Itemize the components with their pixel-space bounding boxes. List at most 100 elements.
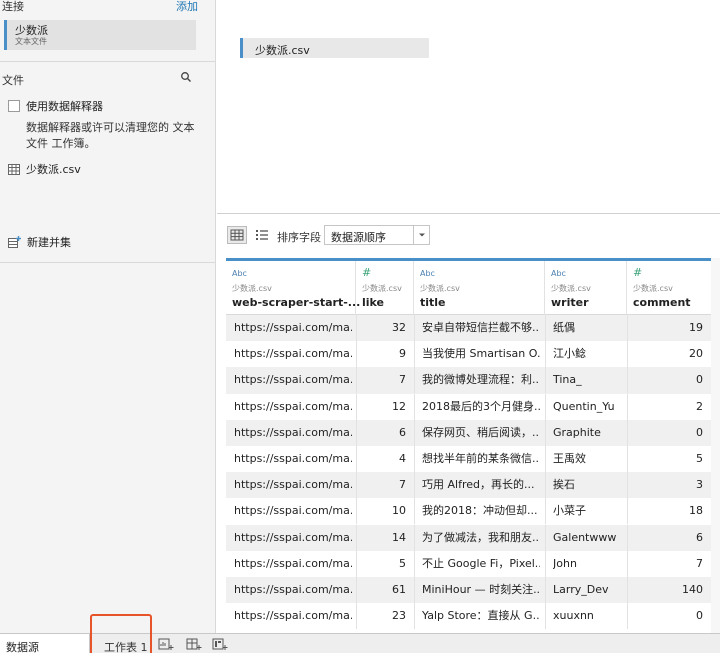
cell-writer[interactable]: 挨石 (553, 472, 623, 498)
column-header-title[interactable]: Abc 少数派.csv title (414, 261, 545, 315)
tab-worksheet-1[interactable]: 工作表 1 (92, 634, 150, 653)
cell-like[interactable]: 12 (356, 394, 406, 420)
string-type-icon[interactable]: Abc (551, 269, 566, 278)
column-header-comment[interactable]: # 少数派.csv comment (627, 261, 711, 315)
cell-comment[interactable]: 3 (627, 472, 703, 498)
table-row[interactable]: https://sspai.com/ma... 32 安卓自带短信拦截不够... 纸偶… (226, 315, 711, 342)
cell-like[interactable]: 4 (356, 446, 406, 472)
cell-title[interactable]: MiniHour — 时刻关注... (422, 577, 540, 603)
cell-like[interactable]: 7 (356, 472, 406, 498)
cell-comment[interactable]: 18 (627, 498, 703, 524)
cell-title[interactable]: 2018最后的3个月健身... (422, 394, 540, 420)
cell-like[interactable]: 61 (356, 577, 406, 603)
cell-comment[interactable]: 140 (627, 577, 703, 603)
cell-like[interactable]: 23 (356, 603, 406, 629)
cell-url[interactable]: https://sspai.com/ma... (234, 367, 352, 393)
sort-field-select[interactable]: 数据源顺序 (324, 225, 430, 245)
new-story-icon[interactable] (212, 637, 228, 651)
cell-url[interactable]: https://sspai.com/ma... (234, 525, 352, 551)
cell-like[interactable]: 10 (356, 498, 406, 524)
cell-url[interactable]: https://sspai.com/ma... (234, 446, 352, 472)
tab-datasource[interactable]: 数据源 (0, 634, 90, 653)
table-row[interactable]: https://sspai.com/ma... 12 2018最后的3个月健身...… (226, 393, 711, 420)
cell-comment[interactable]: 0 (627, 367, 703, 393)
table-row[interactable]: https://sspai.com/ma... 4 想找半年前的某条微信... 王禹效… (226, 445, 711, 473)
cell-url[interactable]: https://sspai.com/ma... (234, 472, 352, 498)
canvas-table-pill[interactable]: 少数派.csv (240, 38, 429, 58)
number-type-icon[interactable]: # (362, 266, 371, 279)
cell-title[interactable]: 安卓自带短信拦截不够... (422, 315, 540, 341)
cell-writer[interactable]: 王禹效 (553, 446, 623, 472)
column-header-writer[interactable]: Abc 少数派.csv writer (545, 261, 627, 315)
chevron-down-icon[interactable] (413, 226, 429, 244)
cell-url[interactable]: https://sspai.com/ma... (234, 551, 352, 577)
cell-like[interactable]: 9 (356, 341, 406, 367)
new-union-item[interactable]: 新建并集 (8, 234, 71, 250)
data-interpreter-checkbox[interactable] (8, 100, 20, 112)
number-type-icon[interactable]: # (633, 266, 642, 279)
cell-like[interactable]: 7 (356, 367, 406, 393)
table-row[interactable]: https://sspai.com/ma... 10 我的2018：冲动但却... 小… (226, 498, 711, 525)
new-dashboard-icon[interactable] (186, 637, 202, 651)
cell-url[interactable]: https://sspai.com/ma... (234, 420, 352, 446)
cell-title[interactable]: 不止 Google Fi，Pixel... (422, 551, 540, 577)
column-header-url[interactable]: Abc 少数派.csv web-scraper-start-... (226, 261, 360, 315)
cell-comment[interactable]: 2 (627, 394, 703, 420)
cell-title[interactable]: 巧用 Alfred，再长的... (422, 472, 540, 498)
cell-like[interactable]: 32 (356, 315, 406, 341)
search-icon[interactable] (180, 71, 192, 83)
cell-comment[interactable]: 6 (627, 525, 703, 551)
cell-writer[interactable]: 纸偶 (553, 315, 623, 341)
table-row[interactable]: https://sspai.com/ma... 23 Yalp Store：直接从 … (226, 603, 711, 630)
table-row[interactable]: https://sspai.com/ma... 61 MiniHour — 时刻关注… (226, 576, 711, 604)
cell-url[interactable]: https://sspai.com/ma... (234, 341, 352, 367)
cell-comment[interactable]: 19 (627, 315, 703, 341)
cell-like[interactable]: 14 (356, 525, 406, 551)
cell-comment[interactable]: 0 (627, 603, 703, 629)
connection-card[interactable]: 少数派 文本文件 (4, 20, 196, 50)
string-type-icon[interactable]: Abc (232, 269, 247, 278)
cell-url[interactable]: https://sspai.com/ma... (234, 498, 352, 524)
vertical-scrollbar[interactable] (711, 258, 720, 633)
add-connection-link[interactable]: 添加 (176, 0, 198, 14)
cell-title[interactable]: 想找半年前的某条微信... (422, 446, 540, 472)
cell-writer[interactable]: 江小鲶 (553, 341, 623, 367)
table-row[interactable]: https://sspai.com/ma... 9 当我使用 Smartisan O… (226, 341, 711, 368)
cell-url[interactable]: https://sspai.com/ma... (234, 315, 352, 341)
grid-view-button[interactable] (227, 226, 247, 244)
cell-title[interactable]: 保存网页、稍后阅读，... (422, 420, 540, 446)
column-header-like[interactable]: # 少数派.csv like (356, 261, 414, 315)
table-row[interactable]: https://sspai.com/ma... 6 保存网页、稍后阅读，... Gra… (226, 419, 711, 446)
cell-comment[interactable]: 20 (627, 341, 703, 367)
table-row[interactable]: https://sspai.com/ma... 7 巧用 Alfred，再长的...… (226, 472, 711, 499)
cell-title[interactable]: 当我使用 Smartisan O... (422, 341, 540, 367)
table-row[interactable]: https://sspai.com/ma... 7 我的微博处理流程：利... Tin… (226, 367, 711, 394)
cell-writer[interactable]: xuuxnn (553, 603, 623, 629)
cell-url[interactable]: https://sspai.com/ma... (234, 394, 352, 420)
join-canvas[interactable]: 少数派.csv (217, 0, 720, 214)
list-view-icon[interactable] (253, 226, 271, 244)
table-row[interactable]: https://sspai.com/ma... 14 为了做减法，我和朋友... Ga… (226, 524, 711, 551)
cell-like[interactable]: 5 (356, 551, 406, 577)
file-item[interactable]: 少数派.csv (8, 161, 81, 177)
cell-writer[interactable]: 小菜子 (553, 498, 623, 524)
cell-title[interactable]: 为了做减法，我和朋友... (422, 525, 540, 551)
cell-like[interactable]: 6 (356, 420, 406, 446)
cell-writer[interactable]: Quentin_Yu (553, 394, 623, 420)
cell-writer[interactable]: Tina_ (553, 367, 623, 393)
data-interpreter-option[interactable]: 使用数据解释器 (8, 98, 103, 114)
cell-writer[interactable]: Larry_Dev (553, 577, 623, 603)
cell-writer[interactable]: Graphite (553, 420, 623, 446)
table-row[interactable]: https://sspai.com/ma... 5 不止 Google Fi，Pix… (226, 550, 711, 577)
cell-url[interactable]: https://sspai.com/ma... (234, 577, 352, 603)
cell-comment[interactable]: 7 (627, 551, 703, 577)
cell-writer[interactable]: Galentwww (553, 525, 623, 551)
cell-title[interactable]: Yalp Store：直接从 G... (422, 603, 540, 629)
new-worksheet-icon[interactable] (158, 637, 174, 651)
data-grid[interactable]: Abc 少数派.csv web-scraper-start-... # 少数派.… (226, 258, 711, 633)
cell-title[interactable]: 我的微博处理流程：利... (422, 367, 540, 393)
cell-title[interactable]: 我的2018：冲动但却... (422, 498, 540, 524)
cell-url[interactable]: https://sspai.com/ma... (234, 603, 352, 629)
cell-comment[interactable]: 0 (627, 420, 703, 446)
cell-comment[interactable]: 5 (627, 446, 703, 472)
